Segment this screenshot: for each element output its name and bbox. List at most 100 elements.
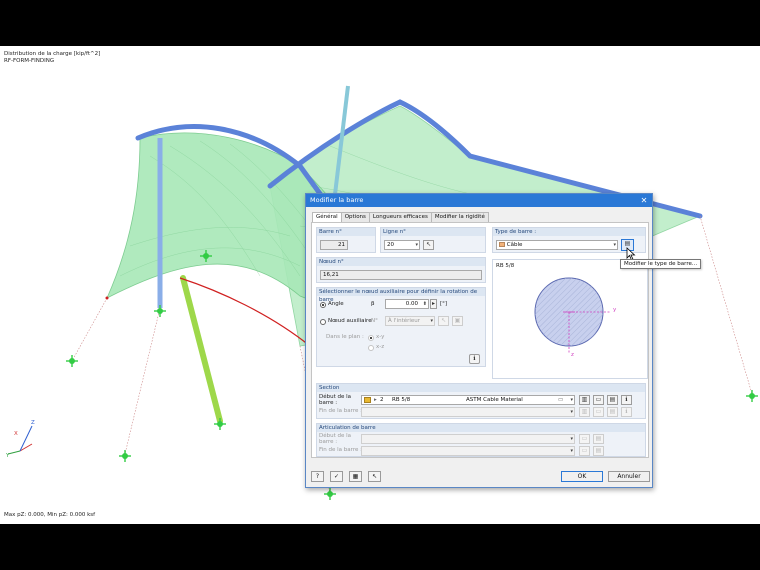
plane-xz-radio[interactable] [368,345,374,351]
edit-table-icon: ▤ [609,408,616,415]
section-end-select[interactable]: ▾ [361,407,575,417]
pick-aux-node-button[interactable]: ↖ [438,316,449,326]
angle-radio[interactable] [320,302,326,308]
hinge-end-select[interactable]: ▾ [361,446,575,456]
edit-table-icon: ▤ [609,396,616,403]
section-info-button[interactable]: ℹ [621,395,632,405]
plane-xy-radio[interactable] [368,335,374,341]
member-no-field: 21 [320,240,348,250]
info-icon: ℹ [625,396,628,403]
aux-node-label: Nœud auxiliaire [328,318,372,324]
result-info-line2: RF-FORM-FINDING [4,58,55,64]
node-no-group: Nœud n° 16,21 [316,257,486,283]
dialog-titlebar[interactable]: Modifier la barre ✕ [306,194,652,207]
new-aux-node-button[interactable]: ▣ [452,316,463,326]
member-type-value: Câble [506,242,523,248]
close-button[interactable]: ✕ [639,194,649,207]
edit-table-icon: ▤ [595,447,602,454]
pick-in-graphic-button[interactable]: ↖ [368,471,381,482]
info-button[interactable]: ℹ [469,354,480,364]
axis-z-label: Z [31,420,35,426]
check-icon: ✓ [333,473,340,480]
new-folder-icon: ▭ [581,435,588,442]
member-type-select[interactable]: Câble ▾ [496,240,618,250]
chevron-down-icon: ▾ [570,397,573,403]
cancel-button[interactable]: Annuler [608,471,650,482]
ok-button[interactable]: OK [561,471,603,482]
section-end-info-button[interactable]: ℹ [621,407,632,417]
tab-options[interactable]: Options [340,212,370,222]
info-icon: ℹ [625,408,628,415]
axis-triad-icon [7,425,33,455]
section-start-select[interactable]: ▸ 2 RB 5/8 ASTM Cable Material ▭ ▾ [361,395,575,405]
member-no-label: Barre n° [317,228,375,236]
line-no-select[interactable]: 20 ▾ [384,240,420,250]
tab-strip: Général Options Longueurs efficaces Modi… [312,212,489,223]
section-library-button[interactable]: ▥ [579,395,590,405]
angle-menu-button[interactable]: ▸ [430,299,437,309]
chevron-down-icon: ▾ [415,242,418,248]
aux-node-select[interactable]: À l'intérieur ▾ [385,316,435,326]
line-no-group: Ligne n° 20 ▾ ↖ [380,227,486,253]
beta-symbol: β [371,301,375,307]
section-end-new-button[interactable]: ▭ [593,407,604,417]
section-start-no: 2 [380,397,384,403]
new-folder-icon: ▭ [595,408,602,415]
info-icon: ℹ [473,355,476,362]
section-swatch [364,397,371,403]
plane-xz-label: x-z [376,344,385,350]
section-group: Section Début de la barre : ▸ 2 RB 5/8 A… [316,383,646,419]
member-type-label: Type de barre : [493,228,645,236]
axis-y-label: Y [6,453,10,459]
rotation-title: Sélectionner le nœud auxiliaire pour déf… [317,288,485,303]
preview-axis-z: z [571,352,574,358]
cursor-pick-icon: ↖ [371,473,378,480]
section-edit-button[interactable]: ▤ [607,395,618,405]
tab-modify-stiffness[interactable]: Modifier la rigidité [430,212,489,222]
line-no-label: Ligne n° [381,228,485,236]
check-button[interactable]: ✓ [330,471,343,482]
angle-label: Angle [328,301,344,307]
new-folder-icon: ▭ [595,396,602,403]
chevron-down-icon: ▾ [570,436,573,442]
edit-table-icon: ▤ [624,240,631,247]
section-new-button[interactable]: ▭ [593,395,604,405]
aux-node-radio[interactable] [320,319,326,325]
numbering-button[interactable]: ▦ [349,471,362,482]
angle-input[interactable]: 0.00 ⬍ [385,299,429,309]
pick-line-button[interactable]: ↖ [423,240,434,250]
round-bar-section-icon [534,277,611,354]
hinge-start-new-button[interactable]: ▭ [579,434,590,444]
aux-node-no-label: N° [371,318,378,324]
member-hinge-group: Articulation de barre Début de la barre … [316,423,646,457]
section-end-library-button[interactable]: ▥ [579,407,590,417]
node-no-field: 16,21 [320,270,482,280]
section-end-label: Fin de la barre : [319,408,362,414]
chevron-down-icon: ▾ [613,242,616,248]
section-title: Section [317,384,645,392]
hinge-end-edit-button[interactable]: ▤ [593,446,604,456]
hinge-end-label: Fin de la barre : [319,447,362,453]
chevron-down-icon: ▾ [430,318,433,324]
arrow-right-icon: ▸ [431,300,435,307]
plane-label: Dans le plan : [326,334,364,340]
hinge-start-edit-button[interactable]: ▤ [593,434,604,444]
hinge-end-new-button[interactable]: ▭ [579,446,590,456]
chevron-down-icon: ▾ [570,409,573,415]
section-mark-icon: ▸ [374,397,377,403]
status-min-max: Max pZ: 0.000, Min pZ: 0.000 ksf [4,512,96,518]
hinge-start-select[interactable]: ▾ [361,434,575,444]
stepper-icon[interactable]: ⬍ [423,300,427,308]
member-no-group: Barre n° 21 [316,227,376,253]
material-icon: ▭ [558,397,564,403]
new-node-icon: ▣ [454,317,461,324]
section-start-name: RB 5/8 [392,397,411,403]
tooltip: Modifier le type de barre... [620,259,702,269]
angle-value: 0.00 [405,301,418,307]
help-button[interactable]: ? [311,471,324,482]
cursor-pick-icon: ↖ [440,317,447,324]
library-icon: ▥ [581,396,588,403]
section-end-edit-button[interactable]: ▤ [607,407,618,417]
tab-effective-lengths[interactable]: Longueurs efficaces [368,212,432,222]
chevron-down-icon: ▾ [570,448,573,454]
